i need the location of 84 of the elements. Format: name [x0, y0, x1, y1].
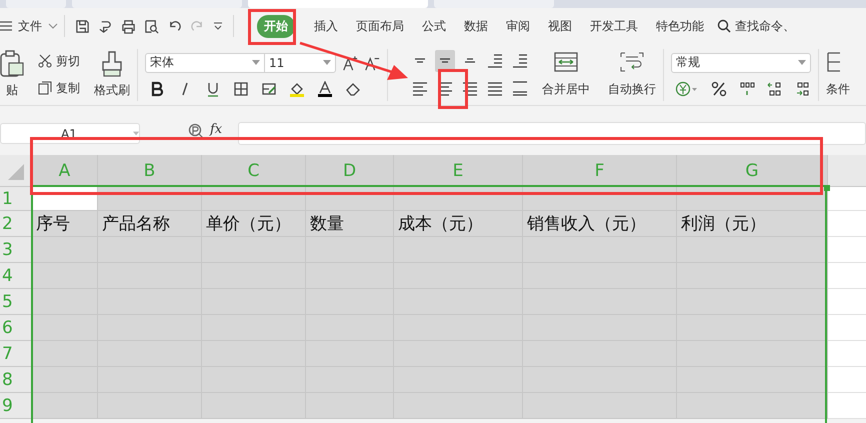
align-icon: [463, 82, 477, 96]
search-command[interactable]: 查找命令、: [735, 18, 795, 34]
table-cell: [32, 263, 98, 289]
dropdown-arrow-icon: [252, 60, 260, 65]
font-name-field[interactable]: 宋体: [145, 52, 265, 72]
fill-handle[interactable]: [824, 185, 830, 191]
align-icon: [513, 54, 527, 68]
align-icon: [513, 81, 527, 96]
dropdown-arrow-icon: [798, 60, 806, 65]
thousands-separator-icon[interactable]: [739, 80, 755, 96]
align-icon: [488, 54, 502, 68]
alignment-button[interactable]: [435, 50, 455, 72]
bold-icon[interactable]: [149, 80, 165, 96]
currency-icon[interactable]: [675, 80, 699, 96]
table-cell: 单价（元）: [202, 211, 306, 237]
chevron-down-icon[interactable]: [48, 22, 58, 30]
merge-cells-icon: [553, 51, 579, 73]
table-cell: 序号: [32, 211, 98, 237]
align-icon: [488, 82, 502, 96]
table-cell: 利润（元）: [677, 211, 828, 237]
wrap-text-button[interactable]: 自动换行: [608, 51, 656, 98]
search-icon[interactable]: [717, 19, 731, 33]
scissors-icon: [38, 54, 52, 68]
align-icon: [440, 58, 450, 63]
table-cell: 销售收入（元）: [523, 211, 677, 237]
table-cell: 成本（元）: [394, 211, 523, 237]
highlight-frame: [438, 69, 468, 109]
table-cell: [32, 237, 98, 263]
decrease-font-icon[interactable]: [364, 54, 380, 70]
dropdown-icon[interactable]: [213, 22, 223, 30]
ribbon-tab[interactable]: 页面布局: [356, 14, 404, 38]
ribbon-tab[interactable]: 审阅: [506, 14, 530, 38]
select-all-button[interactable]: [0, 155, 32, 186]
paste-button[interactable]: 贴: [0, 50, 24, 99]
table-cell: [32, 289, 98, 315]
underline-icon[interactable]: [205, 80, 221, 96]
export-icon[interactable]: [98, 18, 113, 34]
table-cell: [32, 393, 98, 419]
cut-button[interactable]: 剪切: [38, 52, 80, 70]
format-painter-button[interactable]: 格式刷: [94, 50, 130, 99]
number-format-field[interactable]: 常规: [671, 52, 811, 72]
ribbon-tab[interactable]: 特色功能: [656, 14, 704, 38]
copy-button[interactable]: 复制: [38, 80, 80, 96]
table-cell: [32, 367, 98, 393]
eraser-icon[interactable]: [345, 80, 361, 96]
font-color-icon[interactable]: [317, 80, 333, 96]
highlight-frame: [248, 9, 296, 45]
menu-icon[interactable]: [0, 20, 12, 32]
increase-font-icon[interactable]: [342, 54, 358, 70]
save-icon[interactable]: [75, 18, 90, 34]
font-size-field[interactable]: 11: [264, 52, 336, 72]
align-icon: [465, 58, 475, 63]
decrease-decimal-icon[interactable]: [795, 80, 811, 96]
ribbon-tab[interactable]: 视图: [548, 14, 572, 38]
percent-icon[interactable]: [711, 80, 727, 96]
ribbon-tab[interactable]: 公式: [422, 14, 446, 38]
increase-decimal-icon[interactable]: [767, 80, 783, 96]
zoom-icon[interactable]: [188, 122, 204, 138]
fill-color-icon[interactable]: [289, 80, 305, 96]
borders-icon[interactable]: [233, 80, 249, 96]
table-cell: [32, 341, 98, 367]
function-button[interactable]: fx: [210, 122, 222, 137]
file-menu[interactable]: 文件: [18, 18, 42, 34]
ribbon-tab[interactable]: 插入: [314, 14, 338, 38]
copy-icon: [38, 81, 52, 95]
wrap-text-icon: [619, 51, 645, 73]
align-icon: [415, 58, 425, 63]
conditional-fill-icon[interactable]: [261, 80, 277, 96]
table-cell: [32, 315, 98, 341]
print-icon[interactable]: [121, 18, 136, 34]
merge-center-button[interactable]: 合并居中: [542, 51, 590, 98]
table-cell: 数量: [306, 211, 394, 237]
align-icon: [413, 82, 427, 96]
align-icon: [438, 82, 452, 96]
conditional-format-button[interactable]: 条件: [826, 51, 850, 98]
ribbon-tab[interactable]: 开发工具: [590, 14, 638, 38]
corner-triangle-icon: [8, 164, 24, 180]
ribbon-tab[interactable]: 数据: [464, 14, 488, 38]
table-cell: 产品名称: [98, 211, 202, 237]
paintbrush-icon: [100, 50, 124, 78]
undo-icon[interactable]: [167, 18, 182, 34]
print-preview-icon[interactable]: [144, 18, 159, 34]
dropdown-arrow-icon: [323, 60, 331, 65]
dropdown-arrow-icon: [132, 131, 139, 136]
